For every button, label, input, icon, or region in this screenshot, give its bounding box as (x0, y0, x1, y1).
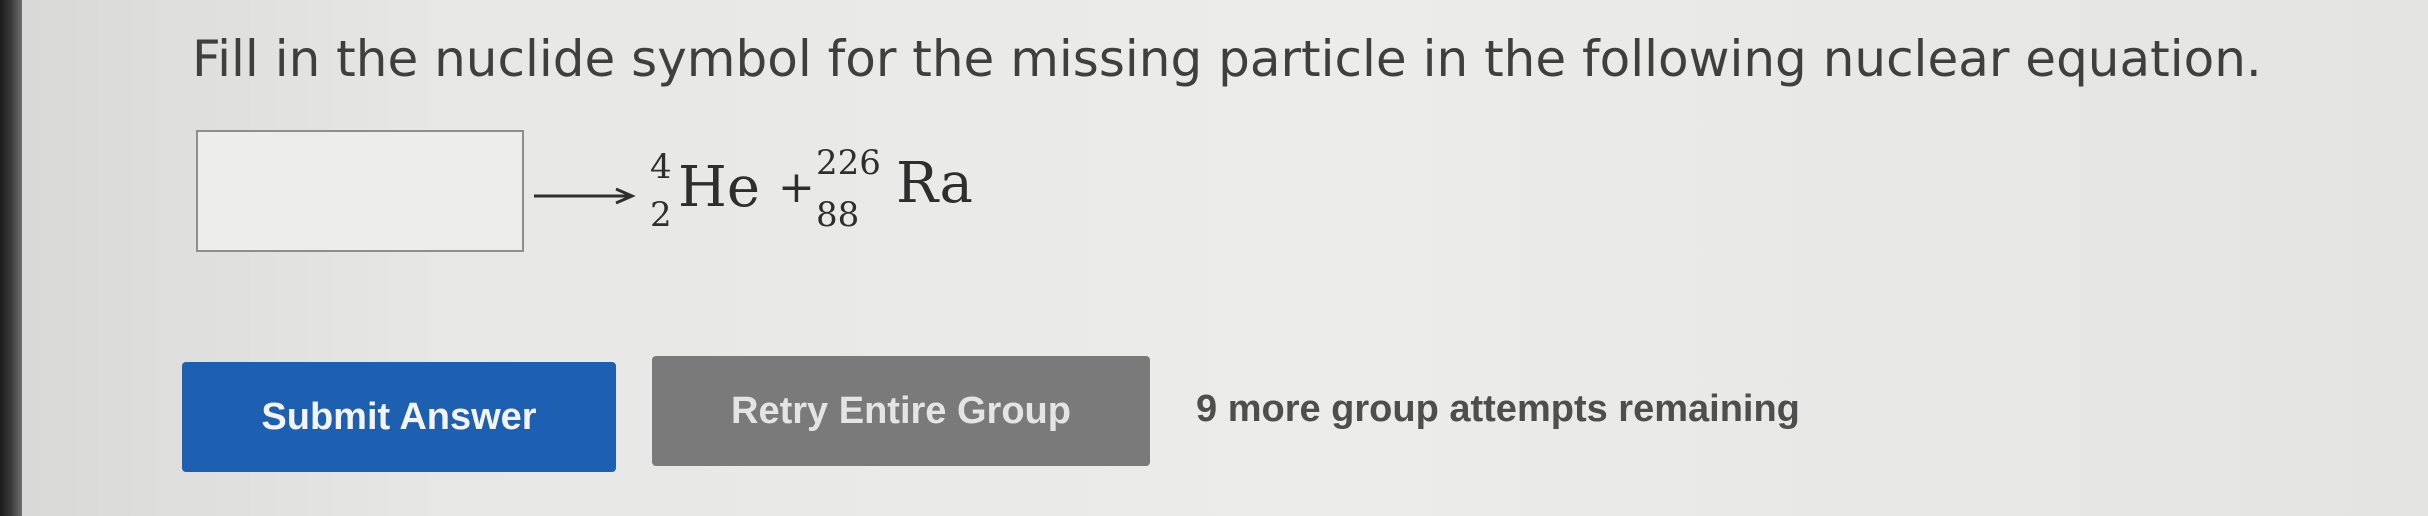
helium-mass-number: 4 (650, 147, 672, 187)
radium-atomic-number: 88 (816, 195, 860, 235)
question-text: Fill in the nuclide symbol for the missi… (192, 30, 2262, 88)
helium-symbol: He (678, 155, 760, 220)
plus-sign: + (778, 162, 815, 213)
attempts-remaining-text: 9 more group attempts remaining (1196, 388, 1800, 430)
radium-mass-number: 226 (816, 143, 881, 183)
answer-input-box[interactable] (196, 130, 524, 252)
submit-answer-button[interactable]: Submit Answer (182, 362, 616, 472)
retry-entire-group-button[interactable]: Retry Entire Group (652, 356, 1150, 466)
left-edge-shadow (0, 0, 22, 516)
helium-atomic-number: 2 (650, 195, 672, 235)
question-panel: Fill in the nuclide symbol for the missi… (0, 0, 2428, 516)
right-arrow-icon (534, 187, 636, 205)
radium-symbol: Ra (896, 151, 973, 216)
